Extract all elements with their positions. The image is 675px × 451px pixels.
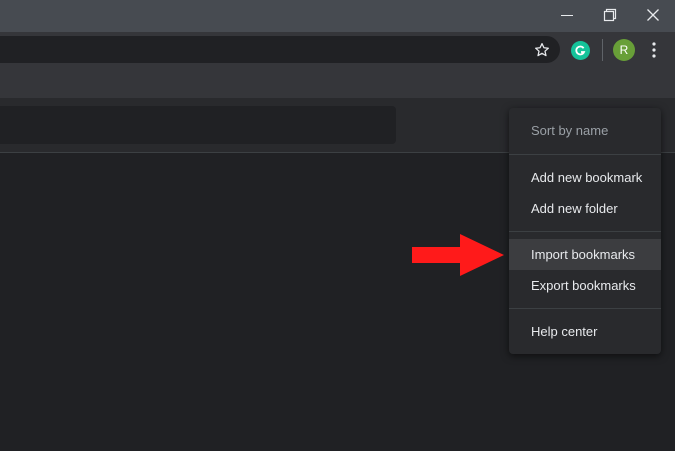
bookmarks-bar [0, 68, 675, 98]
star-outline-icon[interactable] [533, 41, 551, 59]
menu-item-label: Sort by name [531, 123, 609, 138]
toolbar-separator [602, 39, 603, 61]
menu-divider [509, 154, 661, 155]
close-window-button[interactable] [631, 0, 675, 30]
red-arrow-annotation [412, 234, 504, 276]
menu-divider [509, 308, 661, 309]
organize-menu: Sort by name Add new bookmark Add new fo… [509, 108, 661, 354]
menu-item-sort-by-name[interactable]: Sort by name [509, 115, 661, 146]
menu-item-help-center[interactable]: Help center [509, 316, 661, 347]
menu-item-add-new-bookmark[interactable]: Add new bookmark [509, 162, 661, 193]
menu-divider [509, 231, 661, 232]
menu-item-add-new-folder[interactable]: Add new folder [509, 193, 661, 224]
menu-item-label: Add new folder [531, 201, 618, 216]
grammarly-icon[interactable] [571, 41, 590, 60]
vertical-dots-icon[interactable] [648, 40, 660, 60]
minimize-icon [561, 14, 573, 16]
search-bookmarks-input[interactable] [0, 106, 396, 144]
minimize-button[interactable] [545, 0, 589, 30]
address-bar[interactable] [0, 36, 560, 63]
title-bar [0, 0, 675, 32]
restore-button[interactable] [588, 0, 632, 30]
menu-item-label: Export bookmarks [531, 278, 636, 293]
restore-icon [603, 8, 617, 22]
menu-item-export-bookmarks[interactable]: Export bookmarks [509, 270, 661, 301]
menu-item-label: Import bookmarks [531, 247, 636, 262]
close-icon [647, 9, 659, 21]
menu-item-label: Help center [531, 324, 598, 339]
menu-item-label: Add new bookmark [531, 170, 643, 185]
browser-toolbar: R [0, 32, 675, 68]
menu-item-import-bookmarks[interactable]: Import bookmarks [509, 239, 661, 270]
profile-avatar[interactable]: R [613, 39, 635, 61]
avatar-letter: R [619, 43, 629, 57]
